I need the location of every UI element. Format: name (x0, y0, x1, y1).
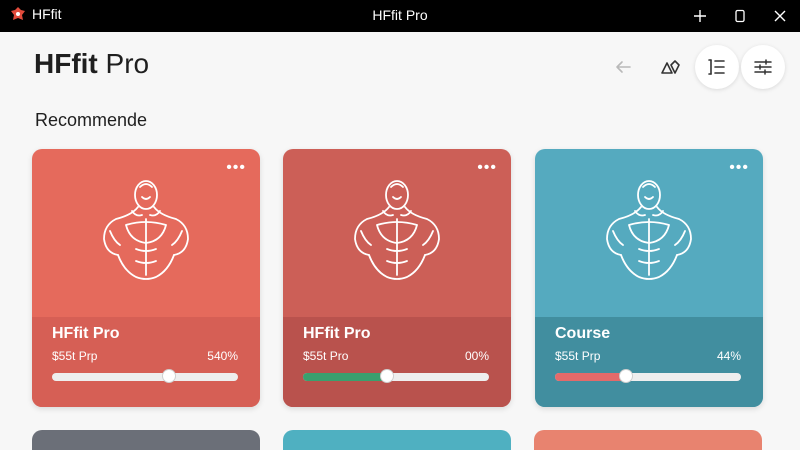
card-title: Course (555, 325, 611, 342)
maximize-icon (735, 9, 745, 23)
workout-card[interactable]: ••• HFfit Pro $55t Prp 540% (32, 149, 260, 407)
card-percent: 540% (207, 349, 238, 363)
card-peek-3[interactable] (534, 430, 762, 450)
workout-card[interactable]: ••• Course $55t Prp 44% (535, 149, 763, 407)
page-title: HFfit Pro (34, 48, 149, 80)
card-peek-1[interactable] (32, 430, 260, 450)
plus-icon (694, 10, 706, 22)
more-options-button[interactable]: ••• (226, 159, 246, 177)
page-title-light: Pro (97, 48, 150, 79)
slider-handle[interactable] (379, 369, 394, 383)
card-percent: 44% (716, 349, 741, 363)
more-options-button[interactable]: ••• (729, 159, 749, 177)
card-percent: 00% (464, 349, 489, 363)
muscle-torso-icon (103, 180, 189, 280)
progress-slider[interactable] (303, 369, 489, 383)
close-button[interactable] (760, 0, 800, 32)
slider-handle[interactable] (618, 369, 633, 383)
section-title: Recommende (35, 110, 148, 130)
progress-fill (52, 373, 169, 381)
muscle-torso-icon (354, 180, 440, 280)
filter-icon (754, 59, 772, 75)
shapes-button[interactable] (648, 45, 692, 89)
card-title: HFfit Pro (52, 325, 120, 342)
progress-fill (555, 373, 626, 381)
card-subtitle: $55t Pro (303, 349, 349, 363)
muscle-torso-icon (606, 180, 692, 280)
card-subtitle: $55t Prp (52, 349, 98, 363)
shapes-icon (661, 60, 680, 74)
back-arrow-icon (616, 61, 631, 73)
page-title-bold: HFfit (34, 48, 98, 79)
progress-slider[interactable] (52, 369, 238, 383)
slider-handle[interactable] (162, 369, 177, 383)
more-options-button[interactable]: ••• (477, 159, 497, 177)
card-peek-2[interactable] (283, 430, 511, 450)
close-icon (774, 10, 786, 22)
progress-slider[interactable] (555, 369, 741, 383)
card-subtitle: $55t Prp (555, 349, 601, 363)
new-window-button[interactable] (680, 0, 720, 32)
card-title: HFfit Pro (303, 325, 371, 342)
back-button[interactable] (601, 45, 645, 89)
filter-button[interactable] (741, 45, 785, 89)
list-icon (708, 59, 725, 75)
workout-card[interactable]: ••• HFfit Pro $55t Pro 00% (283, 149, 511, 407)
title-bar: HFfit HFfit Pro (0, 0, 800, 32)
maximize-button[interactable] (720, 0, 760, 32)
progress-fill (303, 373, 387, 381)
list-view-button[interactable] (695, 45, 739, 89)
